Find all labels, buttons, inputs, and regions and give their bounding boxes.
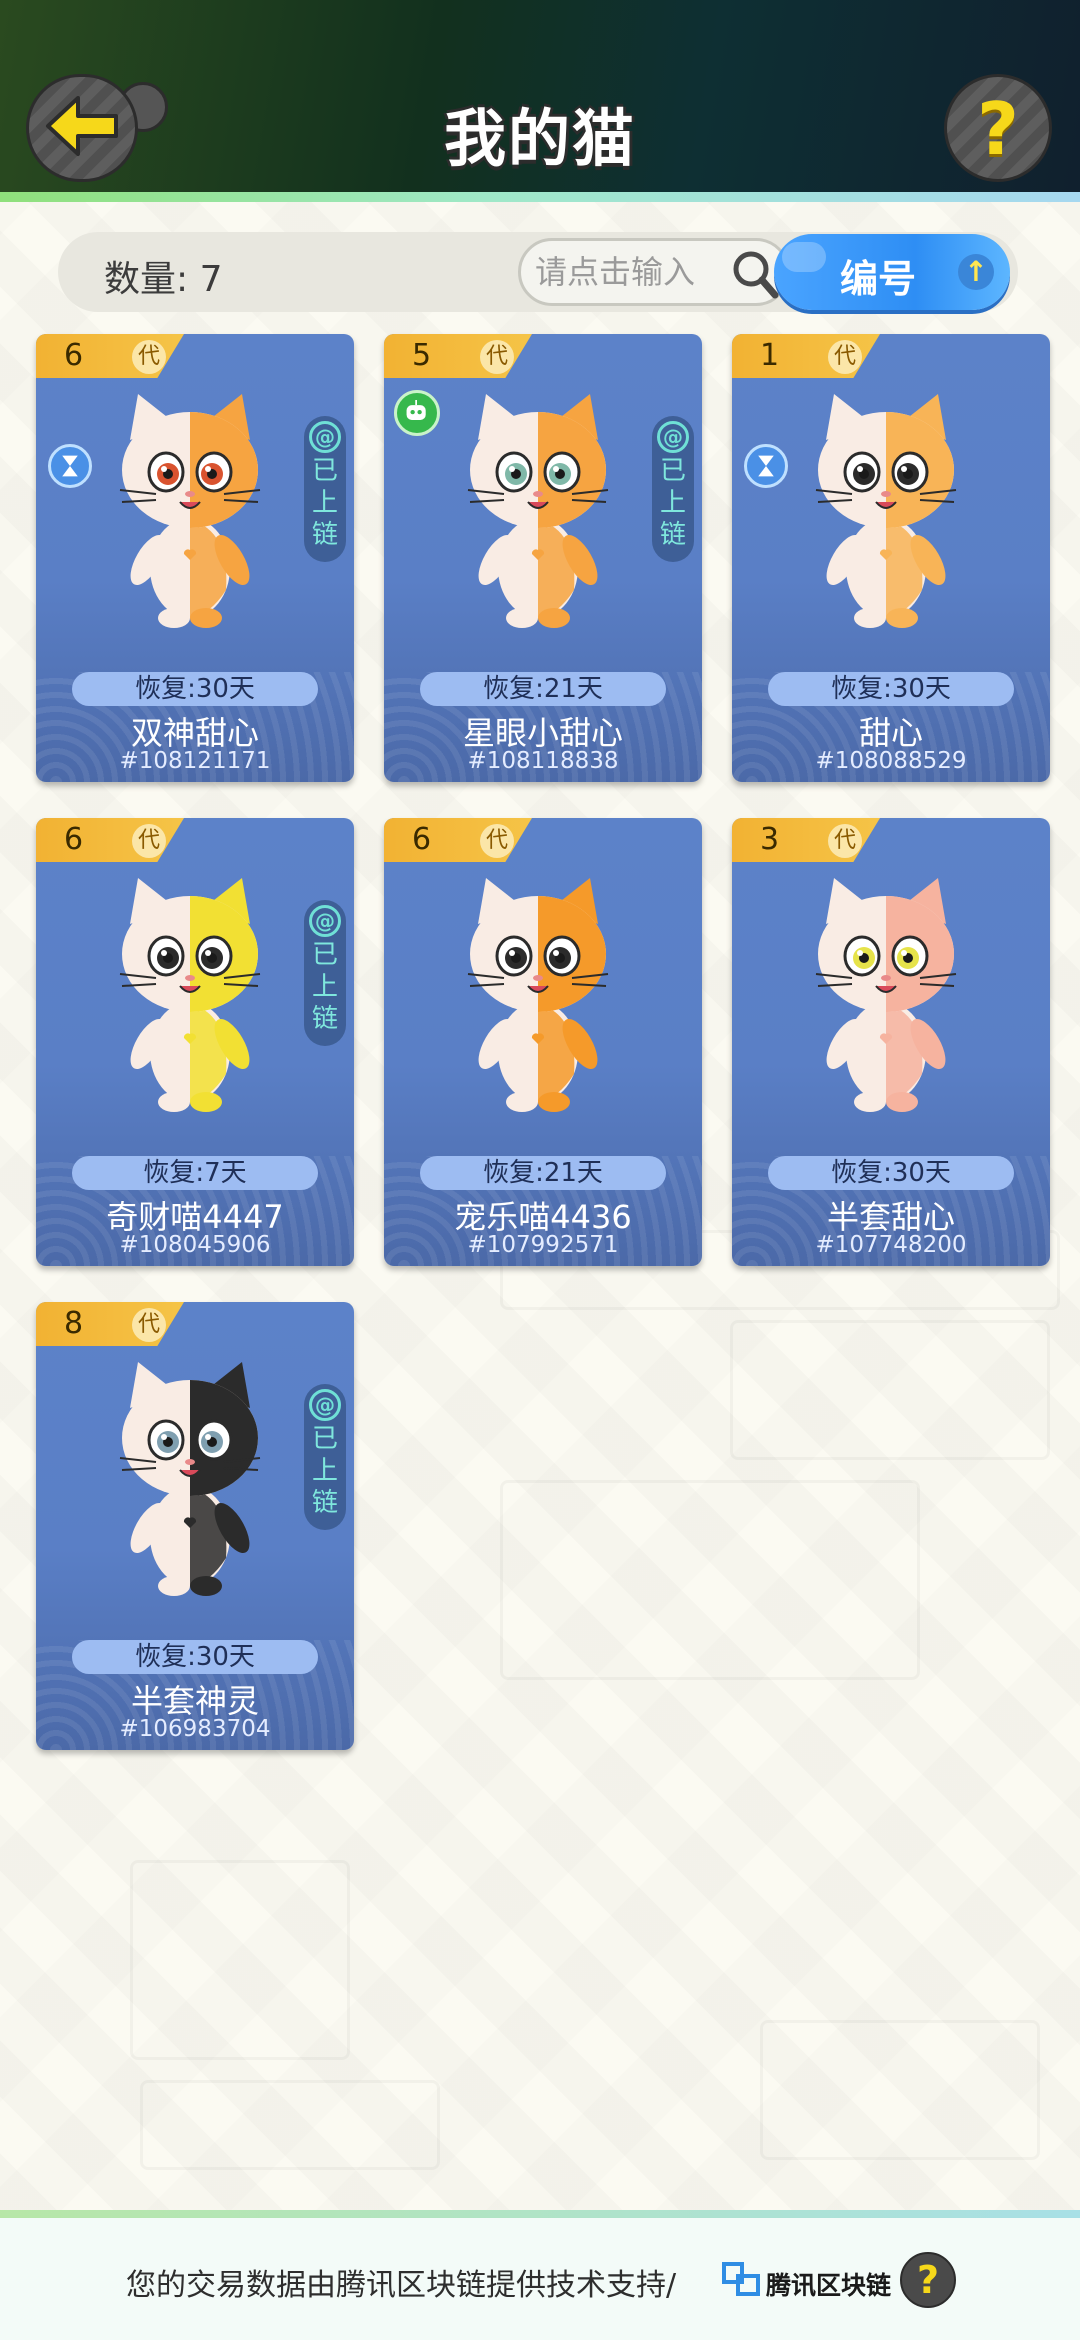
arrow-up-icon: ↑ [958,254,994,290]
cat-card[interactable]: 8 代 @ 已上链 恢复:30天 半套神灵 #106983704 [36,1302,354,1750]
toolbar: 数量: 7 编号 ↑ [58,232,1018,312]
generation-tab: 8代 [36,1302,184,1346]
cat-id: #108045906 [119,1232,271,1258]
generation-badge: 代 [480,824,514,858]
at-symbol-icon: @ [309,905,341,937]
at-symbol-icon: @ [309,421,341,453]
generation-tab: 6代 [384,818,532,862]
recovery-time: 恢复:21天 [420,672,666,706]
generation-badge: 代 [480,340,514,374]
cat-figure-icon [467,394,609,628]
footer-help-button[interactable]: ? [900,2252,956,2308]
cat-card[interactable]: 6 代 @ 已上链 恢复:30天 双神甜心 #108121171 [36,334,354,782]
generation-tab: 6代 [36,818,184,862]
cat-card[interactable]: 6 代 @ 已上链 恢复:7天 奇财喵4447 #108045906 [36,818,354,1266]
header-divider [0,192,1080,202]
at-symbol-icon: @ [309,1389,341,1421]
generation-tab: 5代 [384,334,532,378]
on-chain-label: 已上链 [311,940,338,1034]
cat-figure-icon [119,1362,261,1596]
page-title: 我的猫 [443,102,636,175]
cat-card[interactable]: 6 代恢复:21天 宠乐喵4436 #107992571 [384,818,702,1266]
question-icon: ? [977,87,1019,171]
recovery-time: 恢复:7天 [72,1156,318,1190]
hourglass-icon [48,444,92,488]
generation-badge: 代 [828,340,862,374]
search-input[interactable] [535,247,725,297]
generation-badge: 代 [828,824,862,858]
tencent-blockchain-label: 腾讯区块链 [766,2271,892,2300]
generation-tab: 3代 [732,818,880,862]
recovery-time: 恢复:30天 [768,1156,1014,1190]
app-header: 我的猫 ? [0,0,1080,196]
cat-id: #108118838 [467,748,619,774]
on-chain-label: 已上链 [311,1424,338,1518]
background-decoration [500,1480,920,1680]
generation-number: 1 [760,338,780,373]
on-chain-label: 已上链 [659,456,686,550]
at-symbol-icon: @ [657,421,689,453]
footer-divider [0,2210,1080,2218]
cat-count: 数量: 7 [104,259,223,300]
background-decoration [130,1860,350,2060]
cat-figure-icon [119,394,261,628]
background-decoration [730,1320,1050,1460]
cat-figure-icon [467,878,609,1112]
generation-tab: 1代 [732,334,880,378]
recovery-time: 恢复:21天 [420,1156,666,1190]
help-button[interactable]: ? [944,74,1052,182]
cat-card[interactable]: 5 代 @ 已上链 恢复:21天 星眼小甜心 #108118838 [384,334,702,782]
tencent-blockchain-logo-icon [722,2262,760,2296]
generation-number: 3 [760,822,780,857]
robot-icon [394,390,440,436]
cat-card[interactable]: 1 代恢复:30天 甜心 #108088529 [732,334,1050,782]
on-chain-label: 已上链 [311,456,338,550]
sort-by-number-button[interactable]: 编号 ↑ [774,234,1010,310]
generation-number: 5 [412,338,432,373]
generation-badge: 代 [132,340,166,374]
background-decoration [140,2080,440,2170]
cat-id: #108121171 [119,748,271,774]
generation-badge: 代 [132,1308,166,1342]
hourglass-icon [744,444,788,488]
footer: 您的交易数据由腾讯区块链提供技术支持/ 腾讯区块链 ? [0,2210,1080,2340]
on-chain-tag: @ 已上链 [304,900,346,1046]
recovery-time: 恢复:30天 [72,672,318,706]
recovery-time: 恢复:30天 [768,672,1014,706]
generation-number: 6 [412,822,432,857]
sort-button-highlight [782,242,826,272]
sort-label: 编号 [840,257,917,301]
cat-figure-icon [119,878,261,1112]
search-box[interactable] [518,238,790,306]
generation-number: 6 [64,338,84,373]
on-chain-tag: @ 已上链 [304,416,346,562]
generation-number: 6 [64,822,84,857]
cat-id: #107992571 [467,1232,619,1258]
cat-card[interactable]: 3 代恢复:30天 半套甜心 #107748200 [732,818,1050,1266]
generation-number: 8 [64,1306,84,1341]
recovery-time: 恢复:30天 [72,1640,318,1674]
generation-badge: 代 [132,824,166,858]
cat-id: #106983704 [119,1716,271,1742]
on-chain-tag: @ 已上链 [304,1384,346,1530]
generation-tab: 6代 [36,334,184,378]
background-decoration [760,2020,1040,2160]
cat-id: #108088529 [815,748,967,774]
cat-figure-icon [815,394,957,628]
footer-text: 您的交易数据由腾讯区块链提供技术支持/ [126,2268,677,2303]
cat-figure-icon [815,878,957,1112]
on-chain-tag: @ 已上链 [652,416,694,562]
cat-id: #107748200 [815,1232,967,1258]
question-icon: ? [916,2258,940,2302]
